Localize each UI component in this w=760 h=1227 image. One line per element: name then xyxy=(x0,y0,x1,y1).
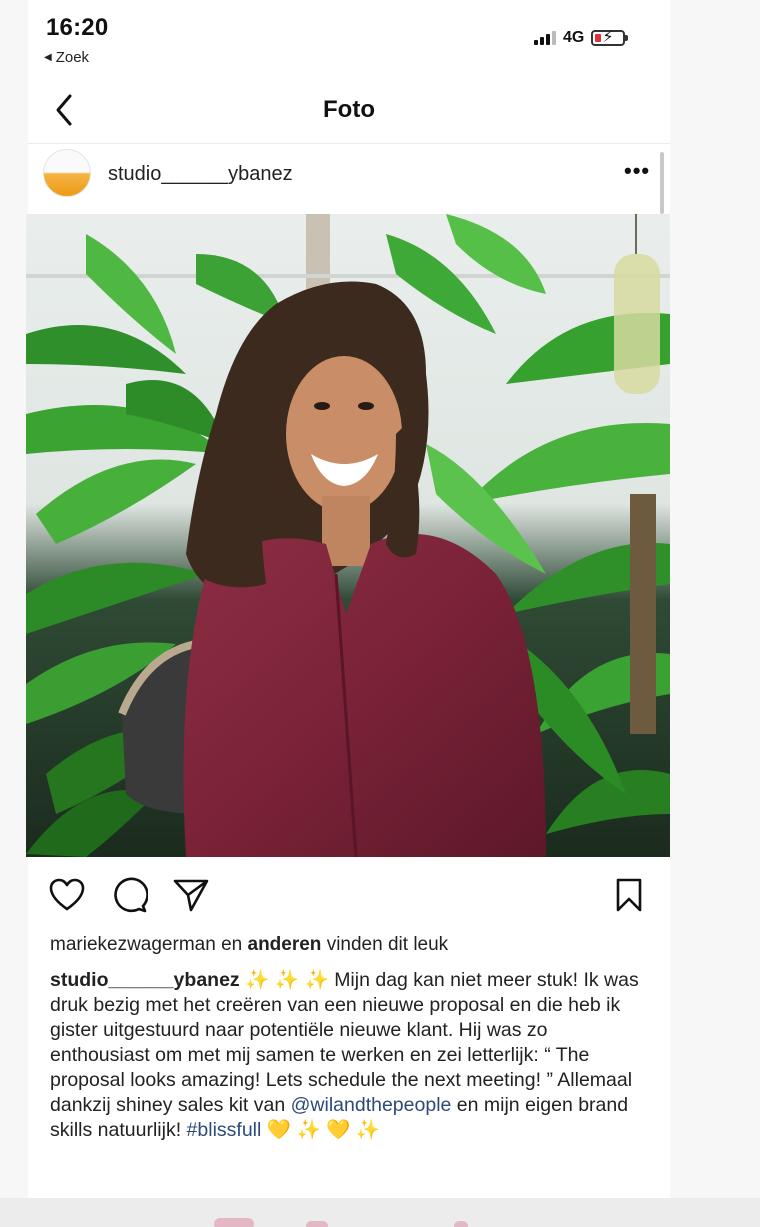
likes-connector: en xyxy=(215,934,248,955)
send-icon[interactable] xyxy=(172,876,210,914)
status-indicators: 4G ⚡ xyxy=(534,29,629,47)
battery-icon: ⚡ xyxy=(591,29,629,46)
back-to-app-link[interactable]: ◀ Zoek xyxy=(44,49,89,66)
sparkles-emoji-3: ✨ xyxy=(350,1119,381,1141)
liker-name[interactable]: mariekezwagerman xyxy=(50,934,216,955)
heart-icon[interactable] xyxy=(48,876,86,914)
scrollbar[interactable] xyxy=(660,152,664,214)
post-username[interactable]: studio______ybanez xyxy=(108,163,293,186)
network-label: 4G xyxy=(563,29,585,46)
likes-summary[interactable]: mariekezwagerman en anderen vinden dit l… xyxy=(50,934,448,956)
post-caption: studio______ybanez ✨ ✨ ✨ Mijn dag kan ni… xyxy=(50,968,650,1143)
background-right xyxy=(670,0,760,1227)
cropped-decoration-2 xyxy=(306,1221,328,1227)
likes-suffix: vinden dit leuk xyxy=(321,934,449,955)
cropped-decoration-3 xyxy=(454,1221,468,1227)
nav-bar: Foto xyxy=(28,80,670,144)
signal-icon xyxy=(534,31,556,45)
cropped-decoration xyxy=(214,1218,254,1227)
comment-icon[interactable] xyxy=(110,876,149,914)
bottom-strip xyxy=(0,1198,760,1227)
sparkles-emoji-2: ✨ xyxy=(291,1119,321,1141)
caption-mention[interactable]: @wilandthepeople xyxy=(291,1094,452,1116)
avatar[interactable] xyxy=(43,149,91,197)
back-triangle-icon: ◀ xyxy=(44,52,52,63)
post-header: studio______ybanez ••• xyxy=(28,146,670,214)
sparkles-emoji: ✨ ✨ ✨ xyxy=(239,969,335,991)
action-bar xyxy=(28,866,670,922)
bookmark-icon[interactable] xyxy=(610,876,648,914)
likes-others[interactable]: anderen xyxy=(248,934,322,955)
caption-author[interactable]: studio______ybanez xyxy=(50,969,240,991)
more-horizontal-icon[interactable]: ••• xyxy=(624,158,650,184)
status-time: 16:20 xyxy=(46,14,109,41)
back-app-label: Zoek xyxy=(55,49,90,66)
yellow-heart-emoji-2: 💛 xyxy=(320,1119,351,1141)
background-left xyxy=(0,0,28,1227)
post-photo[interactable] xyxy=(26,214,670,857)
yellow-heart-emoji: 💛 xyxy=(261,1119,292,1141)
page-title: Foto xyxy=(323,96,375,123)
caption-hashtag[interactable]: #blissfull xyxy=(187,1119,262,1141)
